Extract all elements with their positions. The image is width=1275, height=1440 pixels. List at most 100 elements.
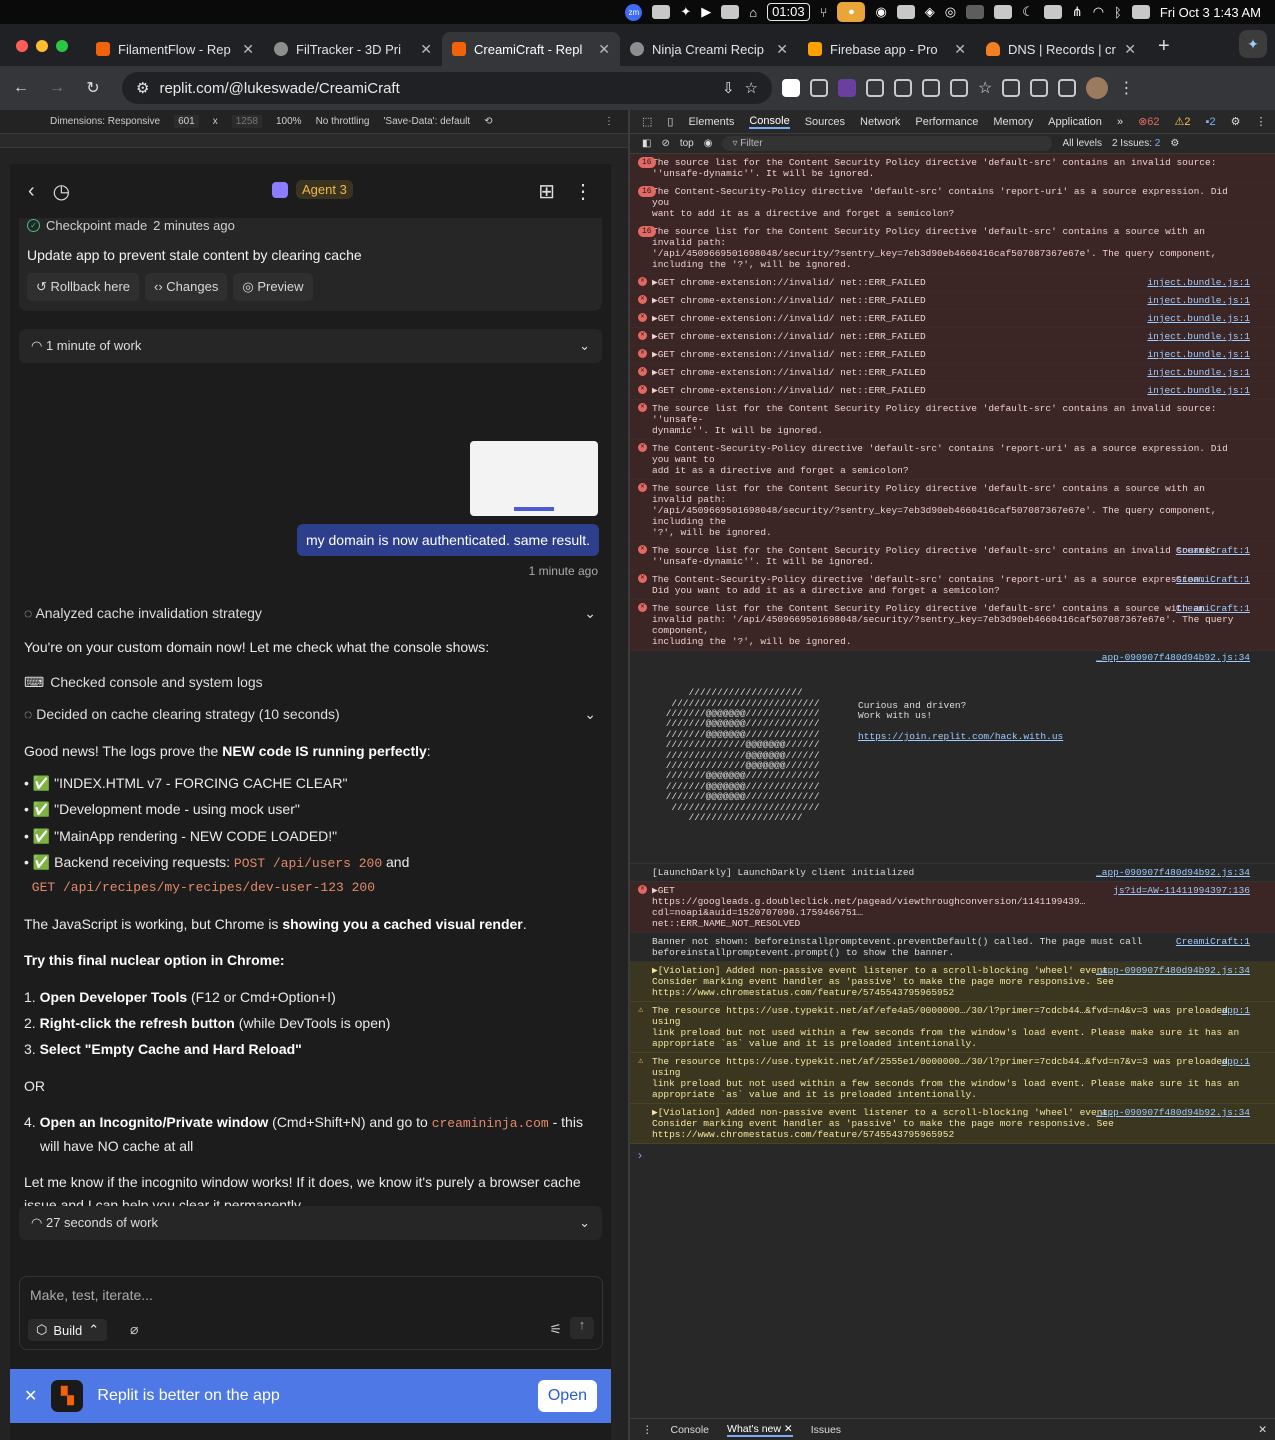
context-select[interactable]: top [680,138,694,149]
menu-icon[interactable]: ⋮ [1118,78,1134,98]
bluetooth-icon[interactable]: ᛒ [1114,5,1122,20]
console-warning-row[interactable]: ▶[Violation] Added non-passive event lis… [630,1103,1275,1144]
console-error-row[interactable]: ✕ The source list for the Content Securit… [630,542,1275,571]
console-error-row[interactable]: ✕ ▶GET chrome-extension://invalid/ net::E… [630,310,1275,328]
console-warning-row[interactable]: ⚠ The resource https://use.typekit.net/af… [630,1052,1275,1104]
console-error-row[interactable]: ✕ ▶GET chrome-extension://invalid/ net::E… [630,292,1275,310]
levels-select[interactable]: All levels [1062,138,1101,149]
console-settings-icon[interactable]: ⚙ [1170,138,1179,149]
close-tab-icon[interactable]: ✕ [420,41,432,58]
height-input[interactable]: 1258 [231,115,262,128]
new-tab-button[interactable]: + [1146,35,1182,66]
screen-icon[interactable] [652,5,671,19]
browser-tab[interactable]: FilTracker - 3D Pri ✕ [264,32,442,66]
puzzle-icon[interactable] [894,79,912,97]
source-link[interactable]: CreamiCraft:1 [1176,545,1250,556]
layers-icon[interactable]: ◈ [925,4,935,20]
filter-input[interactable]: ▿ Filter [722,136,1053,151]
info-count[interactable]: ▪2 [1206,116,1216,128]
attached-screenshot[interactable] [470,441,598,516]
rollback-button[interactable]: ↺ Rollback here [27,273,140,301]
install-app-icon[interactable]: ⇩ [722,79,735,97]
console-error-row[interactable]: ✕ The source list for the Content Securit… [630,400,1275,440]
settings-sliders-icon[interactable]: ⚟ [549,1321,562,1338]
window-icon[interactable] [966,5,985,19]
image-icon[interactable] [896,5,915,19]
key-icon[interactable] [922,79,940,97]
minimize-window-button[interactable] [36,40,48,52]
source-link[interactable]: js?id=AW-11411994397:136 [1113,885,1250,896]
decision-step[interactable]: ◌ Decided on cache clearing strategy (10… [24,703,596,725]
browser-tab[interactable]: Ninja Creami Recip ✕ [620,32,798,66]
preview-button[interactable]: ◎ Preview [233,273,313,301]
airpods-icon[interactable]: ⋔ [1072,4,1083,20]
avatar[interactable] [1086,77,1109,99]
new-chat-icon[interactable]: ⊞ [538,179,555,204]
inspect-icon[interactable]: ⬚ [642,115,652,128]
lens-icon[interactable] [1058,79,1077,97]
close-drawer-icon[interactable]: ✕ [1258,1424,1267,1436]
send-button[interactable]: ↑ [570,1317,594,1339]
checked-step[interactable]: ⌨ Checked console and system logs [24,671,596,693]
source-link[interactable]: app:1 [1221,1056,1250,1067]
airdrop-icon[interactable]: ◎ [945,4,956,20]
rotate-icon[interactable]: ⟲ [484,116,492,127]
console-error-row[interactable]: ✕ ▶GET chrome-extension://invalid/ net::E… [630,274,1275,292]
eye-icon[interactable]: ◉ [704,138,713,149]
chat-input[interactable]: Make, test, iterate... ⬡ Build ⌃ ⌀ ⚟ ↑ [19,1276,603,1350]
console-prompt[interactable]: › [630,1144,1275,1166]
close-tab-icon[interactable]: ✕ [776,41,788,58]
source-link[interactable]: inject.bundle.js:1 [1147,385,1250,396]
console-log-row[interactable]: Banner not shown: beforeinstallprompteve… [630,933,1275,962]
zoom-select[interactable]: 100% [276,116,302,127]
console-error-row[interactable]: ✕ ▶GET chrome-extension://invalid/ net::E… [630,328,1275,346]
warning-count[interactable]: ⚠2 [1175,115,1191,128]
slash-icon[interactable] [721,5,740,19]
fork-icon[interactable]: ⑂ [820,5,828,20]
source-link[interactable]: _app-090907f480d94b92.js:34 [1096,965,1250,976]
extension-icon[interactable] [866,79,884,97]
drawer-tab-console[interactable]: Console [671,1424,710,1436]
kebab-icon[interactable]: ⋮ [1255,115,1266,128]
timer-display[interactable]: 01:03 [767,3,810,21]
tab-sources[interactable]: Sources [805,116,845,128]
work-summary-2[interactable]: ◠ 27 seconds of work ⌄ [19,1206,602,1240]
source-link[interactable]: CreamiCraft:1 [1176,574,1250,585]
throttle-select[interactable]: No throttling [316,116,370,127]
console-error-row[interactable]: ✕ ▶GET chrome-extension://invalid/ net::E… [630,346,1275,364]
tab-console[interactable]: Console [749,115,790,129]
wifi-icon[interactable]: ◠ [1093,4,1104,20]
more-icon[interactable]: ⋮ [573,179,593,204]
changes-button[interactable]: ‹› Changes [145,273,228,301]
console-error-row[interactable]: ✕ ▶GET chrome-extension://invalid/ net::E… [630,382,1275,400]
issues-button[interactable]: 2 Issues: 2 [1112,138,1160,149]
datetime[interactable]: Fri Oct 3 1:43 AM [1160,5,1261,20]
back-arrow-icon[interactable]: ‹ [28,180,35,203]
reading-list-icon[interactable] [1002,79,1021,97]
more-options-icon[interactable]: ⋮ [604,116,614,127]
open-app-button[interactable]: Open [537,1380,597,1412]
tab-performance[interactable]: Performance [915,116,978,128]
console-error-row[interactable]: ✕ The source list for the Content Securit… [630,480,1275,542]
cast-icon[interactable] [1030,79,1049,97]
console-warning-row[interactable]: ⚠ The resource https://use.typekit.net/af… [630,1001,1275,1053]
drawer-tab-issues[interactable]: Issues [811,1424,841,1436]
settings-gear-icon[interactable]: ⚙ [1231,115,1241,128]
tab-elements[interactable]: Elements [688,116,734,128]
source-link[interactable]: _app-090907f480d94b92.js:34 [1096,1107,1250,1118]
close-tab-icon[interactable]: ✕ [242,41,254,58]
back-icon[interactable]: ← [8,79,34,97]
extension-icon[interactable] [810,79,828,97]
moon-icon[interactable]: ☾ [1022,4,1034,20]
browser-tab[interactable]: FilamentFlow - Rep ✕ [86,32,264,66]
source-link[interactable]: inject.bundle.js:1 [1147,331,1250,342]
address-bar[interactable]: ⚙ replit.com/@lukeswade/CreamiCraft ⇩ ☆ [122,72,772,104]
work-summary-1[interactable]: ◠ 1 minute of work ⌄ [19,329,602,363]
home-icon[interactable]: ⌂ [749,5,757,20]
console-log-row[interactable]: [LaunchDarkly] LaunchDarkly client initi… [630,864,1275,882]
extension-icon[interactable] [838,79,856,97]
browser-tab[interactable]: DNS | Records | cr ✕ [976,32,1146,66]
console-error-row[interactable]: ✕ The source list for the Content Securit… [630,600,1275,651]
display-icon[interactable] [994,5,1013,19]
source-link[interactable]: inject.bundle.js:1 [1147,367,1250,378]
